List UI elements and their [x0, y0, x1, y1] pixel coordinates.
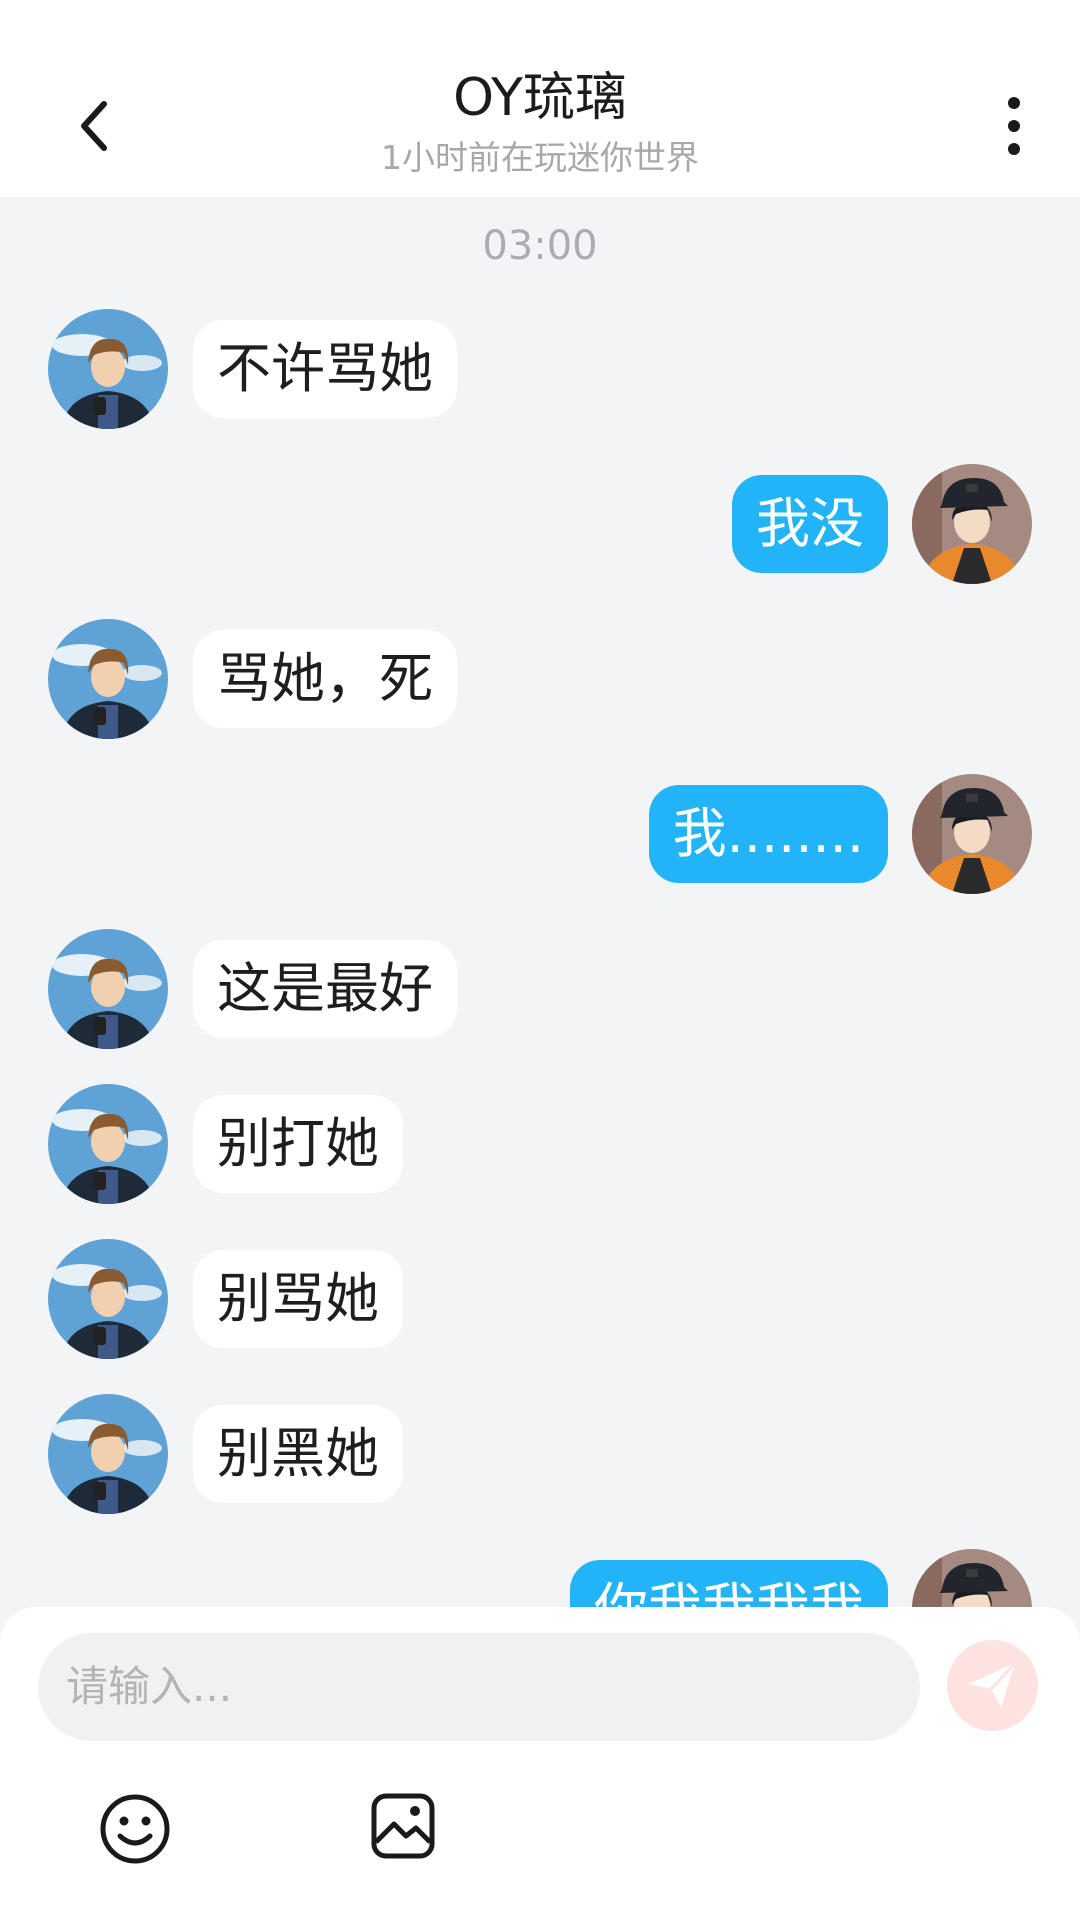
user-avatar[interactable] — [912, 774, 1032, 894]
contact-avatar[interactable] — [48, 619, 168, 739]
contact-avatar[interactable] — [48, 1394, 168, 1514]
message-composer: 请输入... — [0, 1607, 1080, 1920]
message-bubble[interactable]: 别打她 — [193, 1095, 403, 1193]
avatar-image — [48, 1084, 168, 1204]
send-button[interactable] — [947, 1640, 1038, 1731]
avatar-image — [48, 619, 168, 739]
message-row-outgoing: 我没 — [0, 454, 1080, 584]
message-row-incoming: 骂她，死 — [0, 609, 1080, 739]
message-bubble[interactable]: 别黑她 — [193, 1405, 403, 1503]
message-row-incoming: 不许骂她 — [0, 299, 1080, 429]
smiley-icon — [100, 1794, 170, 1864]
message-row-incoming: 别骂她 — [0, 1229, 1080, 1359]
message-bubble[interactable]: 这是最好 — [193, 940, 457, 1038]
contact-avatar[interactable] — [48, 1084, 168, 1204]
avatar-image — [48, 309, 168, 429]
message-list[interactable]: 03:00 不许骂她 我没 骂她，死 我........ 这是最好 别打她 别骂… — [0, 197, 1080, 1607]
message-row-incoming: 别黑她 — [0, 1384, 1080, 1514]
more-options-button[interactable] — [980, 90, 1052, 162]
image-icon — [371, 1793, 435, 1859]
contact-avatar[interactable] — [48, 1239, 168, 1359]
message-row-incoming: 这是最好 — [0, 919, 1080, 1049]
message-bubble[interactable]: 别骂她 — [193, 1250, 403, 1348]
message-row-incoming: 别打她 — [0, 1074, 1080, 1204]
chat-header: OY琉璃 1小时前在玩迷你世界 — [0, 0, 1080, 197]
user-avatar[interactable] — [912, 464, 1032, 584]
page-title: OY琉璃 — [453, 68, 627, 128]
message-bubble[interactable]: 不许骂她 — [193, 320, 457, 418]
avatar-image — [48, 929, 168, 1049]
avatar-image — [48, 1239, 168, 1359]
message-timestamp: 03:00 — [482, 223, 598, 269]
emoji-button[interactable] — [98, 1792, 172, 1866]
message-bubble[interactable]: 你我我我我 — [570, 1560, 888, 1607]
paper-plane-icon — [969, 1661, 1017, 1708]
avatar-image — [912, 774, 1032, 894]
message-row-outgoing: 我........ — [0, 764, 1080, 894]
image-button[interactable] — [370, 1792, 436, 1860]
message-input[interactable]: 请输入... — [38, 1633, 920, 1741]
message-bubble[interactable]: 骂她，死 — [193, 630, 457, 728]
contact-avatar[interactable] — [48, 929, 168, 1049]
avatar-image — [912, 464, 1032, 584]
avatar-image — [48, 1394, 168, 1514]
contact-avatar[interactable] — [48, 309, 168, 429]
avatar-image — [912, 1549, 1032, 1607]
message-bubble[interactable]: 我没 — [732, 475, 888, 573]
vertical-ellipsis-icon — [1008, 97, 1020, 155]
contact-status: 1小时前在玩迷你世界 — [381, 138, 699, 177]
user-avatar[interactable] — [912, 1549, 1032, 1607]
message-row-outgoing: 你我我我我 — [0, 1539, 1080, 1607]
message-bubble[interactable]: 我........ — [648, 785, 888, 883]
